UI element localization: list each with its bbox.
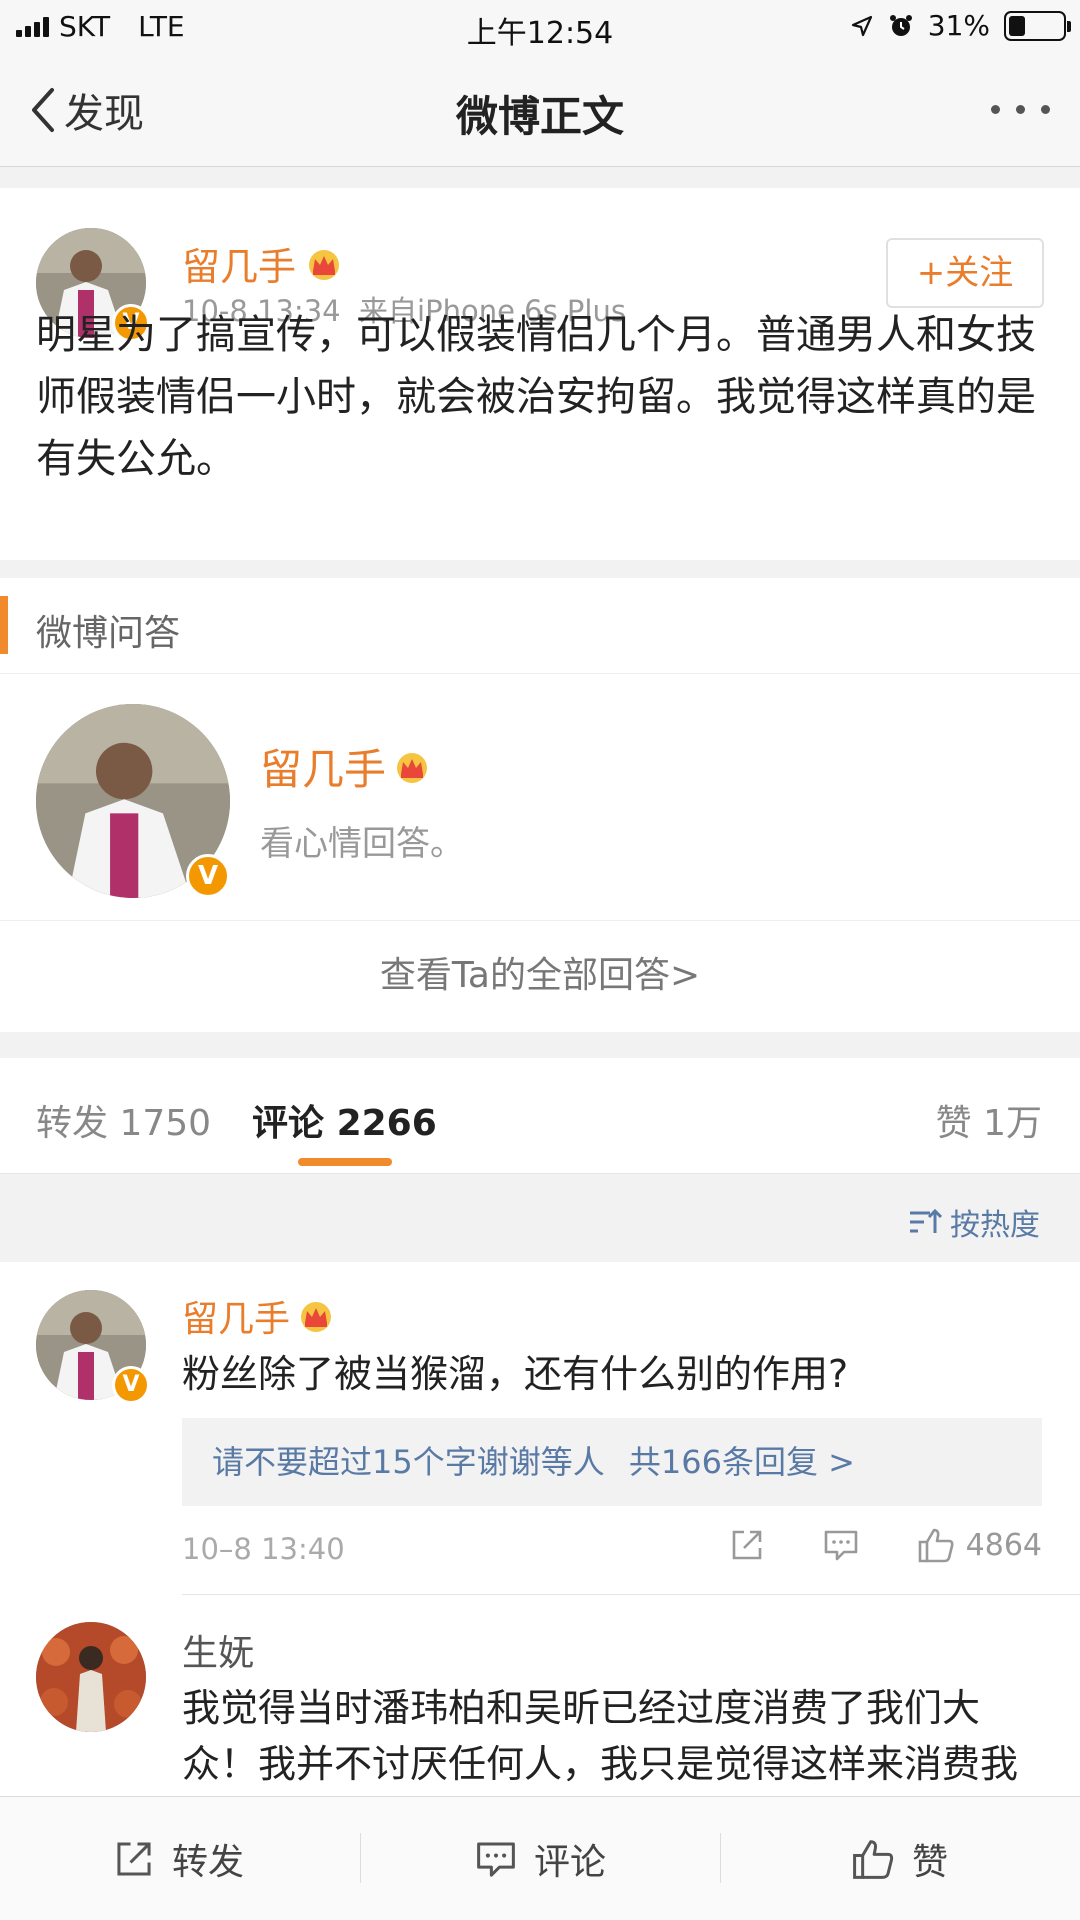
comment-button[interactable]: 评论 — [474, 1833, 606, 1885]
qa-accent-bar — [0, 596, 8, 654]
comment-actions: 4864 — [728, 1526, 1042, 1564]
reply-preview-text: 请不要超过15个字谢谢等人 — [212, 1443, 605, 1481]
post-author-name[interactable]: 留几手 — [182, 236, 296, 291]
tab-comments-label: 评论 — [252, 1103, 325, 1144]
more-button[interactable] — [991, 105, 1050, 114]
battery-fill — [1009, 15, 1025, 36]
location-arrow-icon — [851, 15, 872, 36]
post-author-row: 留几手 — [182, 236, 344, 291]
tab-likes-count: 1万 — [983, 1103, 1042, 1144]
avatar-image — [36, 1622, 146, 1732]
share-icon — [117, 1842, 151, 1876]
follow-button[interactable]: +关注 — [886, 238, 1044, 308]
like-label: 赞 — [912, 1842, 949, 1883]
qa-section-title: 微博问答 — [36, 613, 181, 654]
bottom-divider — [360, 1833, 361, 1883]
tab-comments-count: 2266 — [336, 1103, 437, 1144]
thumbs-up-icon — [853, 1840, 894, 1879]
post-card: V 留几手 10-8 13:34 来自iPhone 6s Plus +关注 明星… — [0, 188, 1080, 560]
comment-icon[interactable] — [822, 1526, 860, 1564]
verified-badge-icon: V — [186, 854, 230, 898]
verified-badge-icon: V — [112, 1366, 150, 1404]
qa-author-name[interactable]: 留几手 — [260, 736, 386, 797]
crown-icon — [301, 1302, 332, 1332]
comment-footer: 10–8 13:40 4864 — [182, 1524, 1042, 1574]
comment-divider — [182, 1594, 1080, 1595]
comment-author-row: 留几手 — [182, 1290, 336, 1342]
comment-avatar[interactable] — [36, 1622, 146, 1732]
sort-icon — [910, 1208, 942, 1233]
like-button[interactable]: 赞 — [850, 1833, 948, 1885]
battery-percent: 31% — [927, 9, 990, 42]
comment-time: 10–8 13:40 — [182, 1532, 345, 1566]
tab-reposts[interactable]: 转发 1750 — [36, 1094, 211, 1146]
page-title: 微博正文 — [455, 92, 624, 141]
status-bar: SKT LTE 上午12:54 31% — [0, 0, 1080, 55]
crown-icon — [309, 249, 340, 280]
active-tab-indicator — [298, 1158, 392, 1166]
comment-text: 粉丝除了被当猴溜，还有什么别的作用? — [182, 1352, 849, 1396]
tab-comments[interactable]: 评论 2266 — [252, 1094, 437, 1146]
reply-preview[interactable]: 请不要超过15个字谢谢等人 共166条回复 > — [182, 1418, 1042, 1506]
view-all-answers-link[interactable]: 查看Ta的全部回答> — [0, 920, 1080, 1032]
share-icon[interactable] — [728, 1526, 766, 1564]
tab-reposts-count: 1750 — [119, 1103, 212, 1144]
qa-header: 微博问答 — [0, 578, 1080, 674]
crown-icon — [397, 752, 428, 783]
reply-count-link[interactable]: 共166条回复 > — [629, 1443, 855, 1481]
interaction-tabs: 转发 1750 评论 2266 赞 1万 — [0, 1058, 1080, 1174]
post-body: 明星为了搞宣传，可以假装情侣几个月。普通男人和女技师假装情侣一小时，就会被治安拘… — [36, 312, 1036, 482]
qa-section: 微博问答 V 留几手 看心情回答。 查看Ta的全部回答> — [0, 578, 1080, 1032]
tab-likes-label: 赞 — [935, 1103, 972, 1144]
comment-list: V 留几手 粉丝除了被当猴溜，还有什么别的作用? 请不要超过15个字谢谢等人 共… — [0, 1262, 1080, 1802]
sort-button[interactable]: 按热度 — [908, 1200, 1040, 1244]
comment-author-name[interactable]: 留几手 — [182, 1290, 290, 1342]
more-dot-icon — [991, 105, 1000, 114]
tab-reposts-label: 转发 — [36, 1103, 109, 1144]
repost-button[interactable]: 转发 — [112, 1833, 244, 1885]
comment-label: 评论 — [534, 1842, 607, 1883]
comment-icon — [477, 1842, 515, 1877]
bottom-divider — [720, 1833, 721, 1883]
comment-like-count: 4864 — [965, 1527, 1042, 1563]
battery-icon — [1004, 10, 1071, 41]
qa-answer: 看心情回答。 — [260, 824, 464, 864]
alarm-icon — [889, 14, 912, 36]
bottom-action-bar: 转发 评论 赞 — [0, 1796, 1080, 1920]
comment-like-button[interactable]: 4864 — [916, 1526, 1042, 1564]
sort-label: 按热度 — [950, 1208, 1040, 1243]
status-right: 31% — [850, 9, 1071, 42]
comment-text: 我觉得当时潘玮柏和吴昕已经过度消费了我们大众！我并不讨厌任何人，我只是觉得这样来… — [182, 1686, 1019, 1786]
nav-bar: 发现 微博正文 — [0, 55, 1080, 167]
qa-author-row: 留几手 — [260, 736, 432, 797]
repost-label: 转发 — [172, 1842, 245, 1883]
tab-likes[interactable]: 赞 1万 — [936, 1094, 1042, 1146]
comment-author-name[interactable]: 生妩 — [182, 1624, 254, 1676]
thumbs-up-icon — [918, 1528, 954, 1563]
